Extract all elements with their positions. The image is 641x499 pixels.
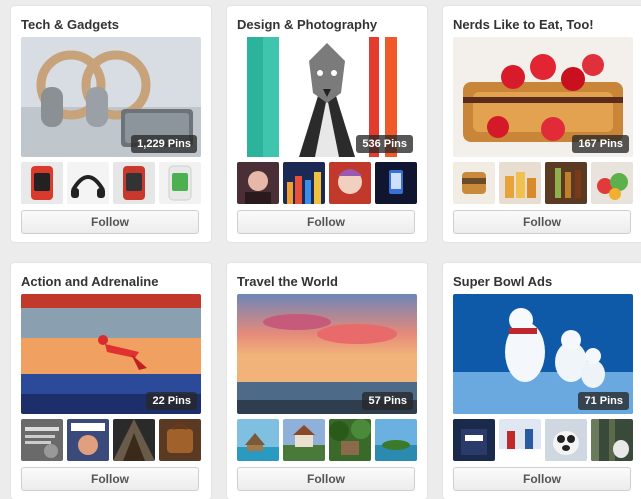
board-card: Design & Photography 536 Pins Follow (227, 6, 427, 242)
board-cover-image[interactable]: 536 Pins (237, 37, 417, 157)
thumbnail[interactable] (499, 419, 541, 461)
follow-button[interactable]: Follow (237, 467, 415, 491)
pin-count-badge: 167 Pins (572, 135, 629, 153)
thumbnail[interactable] (375, 419, 417, 461)
thumbnail[interactable] (237, 162, 279, 204)
thumbnail[interactable] (67, 419, 109, 461)
follow-button[interactable]: Follow (21, 467, 199, 491)
board-card: Action and Adrenaline 22 Pins Follow (11, 263, 211, 499)
board-title[interactable]: Super Bowl Ads (453, 274, 552, 289)
thumbnail[interactable] (113, 419, 155, 461)
board-title[interactable]: Design & Photography (237, 17, 377, 32)
board-cover-image[interactable]: 71 Pins (453, 294, 633, 414)
board-cover-image[interactable]: 167 Pins (453, 37, 633, 157)
thumbnail-row (453, 162, 633, 204)
board-card: Tech & Gadgets 1,229 Pins Follow (11, 6, 211, 242)
thumbnail-row (453, 419, 633, 461)
thumbnail[interactable] (21, 419, 63, 461)
pin-count-badge: 57 Pins (362, 392, 413, 410)
thumbnail[interactable] (283, 419, 325, 461)
thumbnail-row (21, 419, 201, 461)
pin-count-badge: 536 Pins (356, 135, 413, 153)
thumbnail[interactable] (67, 162, 109, 204)
pin-count-badge: 1,229 Pins (131, 135, 197, 153)
thumbnail[interactable] (113, 162, 155, 204)
thumbnail[interactable] (545, 419, 587, 461)
thumbnail[interactable] (591, 162, 633, 204)
thumbnail[interactable] (329, 162, 371, 204)
thumbnail[interactable] (237, 419, 279, 461)
follow-button[interactable]: Follow (237, 210, 415, 234)
thumbnail-row (237, 419, 417, 461)
board-card: Travel the World 57 Pins Follow (227, 263, 427, 499)
thumbnail[interactable] (545, 162, 587, 204)
board-title[interactable]: Nerds Like to Eat, Too! (453, 17, 594, 32)
pin-count-badge: 71 Pins (578, 392, 629, 410)
thumbnail[interactable] (591, 419, 633, 461)
board-cover-image[interactable]: 22 Pins (21, 294, 201, 414)
thumbnail-row (21, 162, 201, 204)
follow-button[interactable]: Follow (21, 210, 199, 234)
thumbnail[interactable] (159, 419, 201, 461)
board-card: Nerds Like to Eat, Too! 167 Pins Follow (443, 6, 641, 242)
thumbnail[interactable] (453, 162, 495, 204)
thumbnail-row (237, 162, 417, 204)
board-title[interactable]: Action and Adrenaline (21, 274, 158, 289)
thumbnail[interactable] (283, 162, 325, 204)
thumbnail[interactable] (453, 419, 495, 461)
board-cover-image[interactable]: 1,229 Pins (21, 37, 201, 157)
pin-count-badge: 22 Pins (146, 392, 197, 410)
board-title[interactable]: Travel the World (237, 274, 338, 289)
thumbnail[interactable] (21, 162, 63, 204)
follow-button[interactable]: Follow (453, 467, 631, 491)
follow-button[interactable]: Follow (453, 210, 631, 234)
thumbnail[interactable] (159, 162, 201, 204)
board-cover-image[interactable]: 57 Pins (237, 294, 417, 414)
board-card: Super Bowl Ads 71 Pins Follow (443, 263, 641, 499)
board-title[interactable]: Tech & Gadgets (21, 17, 119, 32)
thumbnail[interactable] (499, 162, 541, 204)
thumbnail[interactable] (329, 419, 371, 461)
thumbnail[interactable] (375, 162, 417, 204)
